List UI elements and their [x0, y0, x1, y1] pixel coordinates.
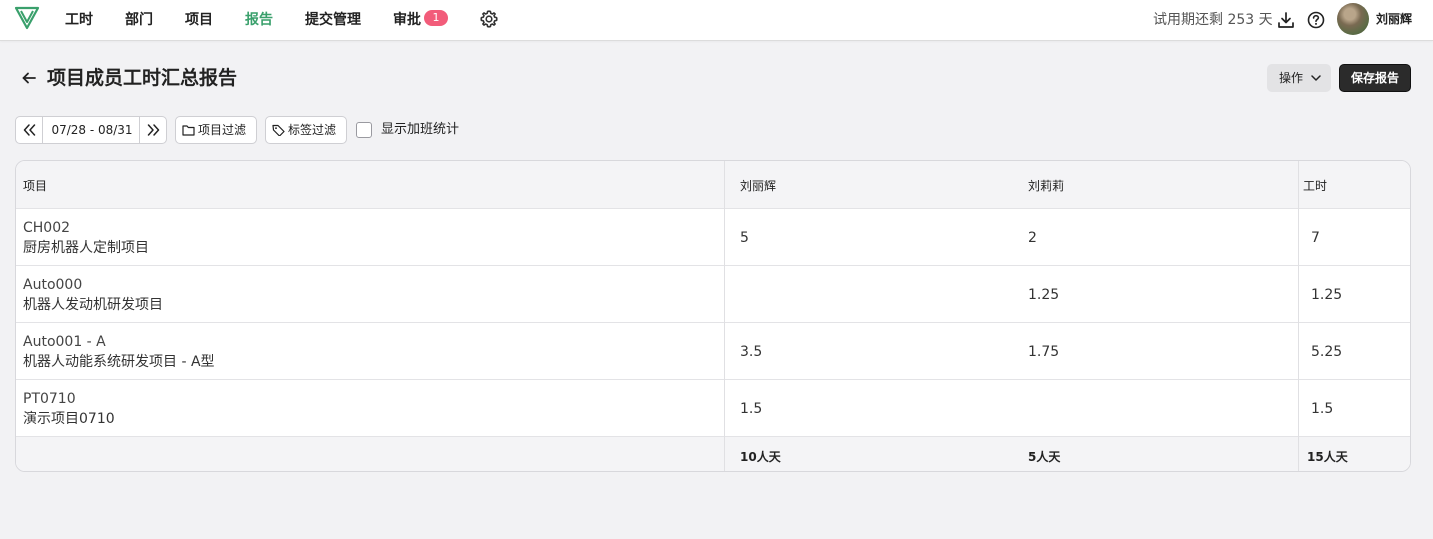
project-name: 机器人动能系统研发项目 - A型	[23, 354, 215, 370]
total-hours-cell: 5.25	[1311, 344, 1343, 360]
table-row: PT0710 演示项目0710 1.5 1.5	[16, 379, 1410, 436]
back-arrow-icon[interactable]	[20, 69, 38, 87]
nav-item-project[interactable]: 项目	[185, 10, 213, 30]
project-filter-label: 项目过滤	[198, 123, 247, 137]
footer-grand-total: 15人天	[1307, 450, 1348, 464]
table-footer-row: 10人天 5人天 15人天	[16, 436, 1410, 471]
help-icon[interactable]	[1305, 9, 1327, 31]
operations-dropdown-button[interactable]: 操作	[1267, 64, 1331, 92]
project-code: PT0710	[23, 391, 76, 407]
double-chevron-right-icon	[147, 124, 160, 136]
nav-item-approval[interactable]: 审批	[393, 10, 421, 30]
column-divider	[724, 161, 725, 471]
chevron-down-icon	[1311, 75, 1321, 81]
column-header-member-1[interactable]: 刘丽辉	[740, 177, 776, 194]
hours-cell: 5	[740, 230, 749, 246]
hours-cell: 2	[1028, 230, 1037, 246]
nav-item-submission-management[interactable]: 提交管理	[305, 10, 361, 30]
folder-icon	[182, 125, 195, 136]
nav-item-worktime[interactable]: 工时	[65, 10, 93, 30]
footer-total-member-1: 10人天	[740, 450, 781, 464]
footer-total-member-2: 5人天	[1028, 450, 1061, 464]
gear-icon[interactable]	[479, 9, 499, 29]
total-hours-cell: 1.5	[1311, 401, 1334, 417]
top-nav-bar: 工时 部门 项目 报告 提交管理 审批 1 试用期还剩 253 天 刘丽辉	[0, 0, 1433, 41]
date-range-picker: 07/28 - 08/31	[15, 116, 167, 144]
project-name: 厨房机器人定制项目	[23, 240, 149, 256]
hours-cell: 1.75	[1028, 344, 1060, 360]
hours-cell: 1.5	[740, 401, 763, 417]
project-name: 演示项目0710	[23, 411, 115, 427]
project-code: Auto001 - A	[23, 334, 106, 350]
nav-item-department[interactable]: 部门	[125, 10, 153, 30]
logo-icon[interactable]	[14, 5, 40, 31]
table-row: CH002 厨房机器人定制项目 5 2 7	[16, 208, 1410, 265]
download-icon[interactable]	[1275, 9, 1297, 31]
tag-icon	[272, 124, 285, 136]
project-code: CH002	[23, 220, 71, 236]
column-header-project[interactable]: 项目	[23, 177, 47, 194]
user-name[interactable]: 刘丽辉	[1376, 10, 1412, 28]
project-name: 机器人发动机研发项目	[23, 297, 163, 313]
column-divider	[1298, 161, 1299, 471]
next-period-button[interactable]	[139, 117, 166, 143]
overtime-checkbox-label[interactable]: 显示加班统计	[381, 121, 459, 139]
tag-filter-button[interactable]: 标签过滤	[265, 116, 347, 144]
save-report-button[interactable]: 保存报告	[1339, 64, 1411, 92]
avatar[interactable]	[1337, 3, 1369, 35]
overtime-checkbox[interactable]	[356, 122, 372, 138]
project-filter-button[interactable]: 项目过滤	[175, 116, 257, 144]
date-range-text[interactable]: 07/28 - 08/31	[44, 117, 140, 143]
operations-label: 操作	[1279, 71, 1304, 85]
report-table: 项目 刘丽辉 刘莉莉 工时 CH002 厨房机器人定制项目 5 2 7 Auto…	[15, 160, 1411, 472]
column-header-member-2[interactable]: 刘莉莉	[1028, 177, 1064, 194]
tag-filter-label: 标签过滤	[288, 123, 337, 137]
total-hours-cell: 1.25	[1311, 287, 1343, 303]
total-hours-cell: 7	[1311, 230, 1320, 246]
approval-count-badge: 1	[424, 10, 448, 26]
table-header-row: 项目 刘丽辉 刘莉莉 工时	[16, 161, 1410, 208]
table-row: Auto000 机器人发动机研发项目 1.25 1.25	[16, 265, 1410, 322]
previous-period-button[interactable]	[16, 117, 43, 143]
hours-cell: 3.5	[740, 344, 763, 360]
hours-cell: 1.25	[1028, 287, 1060, 303]
column-header-hours[interactable]: 工时	[1303, 177, 1327, 194]
nav-item-report[interactable]: 报告	[245, 10, 273, 30]
table-row: Auto001 - A 机器人动能系统研发项目 - A型 3.5 1.75 5.…	[16, 322, 1410, 379]
double-chevron-left-icon	[23, 124, 36, 136]
page-title: 项目成员工时汇总报告	[47, 67, 238, 89]
project-code: Auto000	[23, 277, 83, 293]
trial-remaining-text: 试用期还剩 253 天	[1153, 12, 1273, 28]
